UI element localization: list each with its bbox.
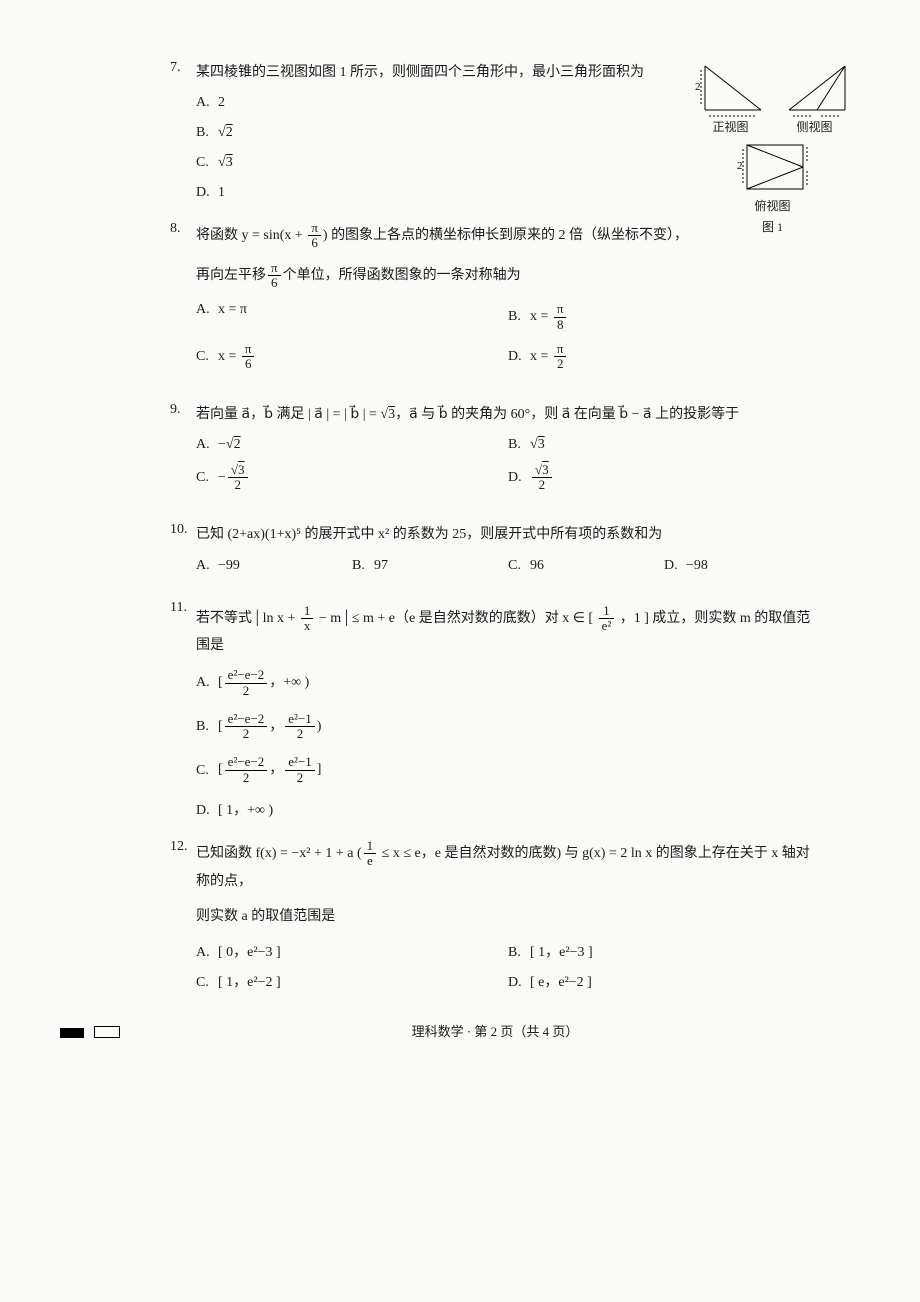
q8-stem-line1: 将函数 y = sin(x + π6) 的图象上各点的横坐标伸长到原来的 2 倍…	[196, 221, 820, 251]
q12-opt-a: A.[ 0，e²−3 ]	[196, 941, 508, 961]
q9-number: 9.	[170, 402, 196, 427]
front-view-label: 正视图	[695, 118, 767, 135]
q9-opt-c: C.−√32	[196, 463, 508, 493]
q8-opt-b: B.x = π8	[508, 302, 820, 332]
q10-opt-a: A.−99	[196, 558, 352, 574]
page-footer: 理科数学 · 第 2 页（共 4 页）	[412, 1024, 579, 1039]
q10-opt-b: B.97	[352, 558, 508, 574]
q10-opt-d: D.−98	[664, 558, 820, 574]
svg-text:2: 2	[695, 81, 701, 93]
q8-opt-a: A.x = π	[196, 302, 508, 332]
q11-stem: 若不等式 | ln x + 1x − m | ≤ m + e（e 是自然对数的底…	[196, 600, 820, 659]
q9-options: A.−√2 B.√3 C.−√32 D.√32	[170, 437, 820, 503]
q11-options: A.[e²−e−22，+∞ ) B.[e²−e−22，e²−12) C.[e²−…	[170, 668, 820, 819]
question-9: 9. 若向量 a⃗，b⃗ 满足 | a⃗ | = | b⃗ | = √3，a⃗ …	[170, 402, 820, 503]
q12-number: 12.	[170, 839, 196, 894]
q9-stem: 若向量 a⃗，b⃗ 满足 | a⃗ | = | b⃗ | = √3，a⃗ 与 b…	[196, 402, 820, 427]
q11-number: 11.	[170, 600, 196, 659]
question-10: 10. 已知 (2+ax)(1+x)⁵ 的展开式中 x² 的系数为 25，则展开…	[170, 522, 820, 579]
top-view-svg: 2 1 1	[737, 139, 809, 197]
q8-opt-d: D.x = π2	[508, 342, 820, 372]
q11-opt-b: B.[e²−e−22，e²−12)	[170, 712, 820, 742]
q9-opt-a: A.−√2	[196, 437, 508, 453]
q12-opt-c: C.[ 1，e²−2 ]	[196, 971, 508, 991]
q10-stem: 已知 (2+ax)(1+x)⁵ 的展开式中 x² 的系数为 25，则展开式中所有…	[196, 522, 820, 547]
q8-opt-c: C.x = π6	[196, 342, 508, 372]
question-7: 2 2 正视图 1 1	[170, 60, 820, 201]
q11-opt-d: D.[ 1，+∞ )	[170, 799, 820, 819]
q10-options: A.−99 B.97 C.96 D.−98	[170, 558, 820, 580]
top-view-label: 俯视图	[737, 197, 809, 214]
svg-text:2: 2	[737, 160, 743, 172]
q12-stem-line1: 已知函数 f(x) = −x² + 1 + a (1e ≤ x ≤ e，e 是自…	[196, 839, 820, 894]
front-view-svg: 2 2	[695, 60, 767, 118]
side-view-svg: 1 1	[779, 60, 851, 118]
question-8: 8. 将函数 y = sin(x + π6) 的图象上各点的横坐标伸长到原来的 …	[170, 221, 820, 381]
q12-opt-d: D.[ e，e²−2 ]	[508, 971, 820, 991]
side-view-label: 侧视图	[779, 118, 851, 135]
question-12: 12. 已知函数 f(x) = −x² + 1 + a (1e ≤ x ≤ e，…	[170, 839, 820, 1001]
figure-1: 2 2 正视图 1 1	[685, 60, 860, 235]
q9-opt-d: D.√32	[508, 463, 820, 493]
q8-stem-line2: 再向左平移π6个单位，所得函数图象的一条对称轴为	[170, 261, 820, 291]
question-11: 11. 若不等式 | ln x + 1x − m | ≤ m + e（e 是自然…	[170, 600, 820, 820]
q10-number: 10.	[170, 522, 196, 547]
q12-options: A.[ 0，e²−3 ] B.[ 1，e²−3 ] C.[ 1，e²−2 ] D…	[170, 941, 820, 1001]
q12-opt-b: B.[ 1，e²−3 ]	[508, 941, 820, 961]
q10-opt-c: C.96	[508, 558, 664, 574]
scan-marks	[60, 1026, 120, 1042]
q8-options: A.x = π B.x = π8 C.x = π6 D.x = π2	[170, 302, 820, 381]
q11-opt-a: A.[e²−e−22，+∞ )	[170, 668, 820, 698]
q9-opt-b: B.√3	[508, 437, 820, 453]
q8-number: 8.	[170, 221, 196, 251]
q7-number: 7.	[170, 60, 196, 85]
q12-stem-line2: 则实数 a 的取值范围是	[170, 904, 820, 929]
q11-opt-c: C.[e²−e−22，e²−12]	[170, 755, 820, 785]
